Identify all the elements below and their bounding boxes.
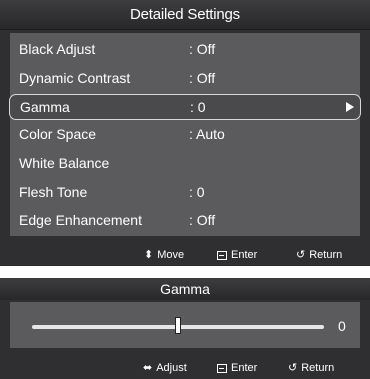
- enter-label: Enter: [231, 362, 258, 374]
- menu-item-value: : 0: [189, 184, 205, 200]
- enter-icon: [217, 250, 227, 260]
- gamma-title: Gamma: [0, 278, 370, 300]
- enter-hint: Enter: [217, 244, 257, 266]
- adjust-label: Adjust: [156, 362, 187, 374]
- menu-item-label: Black Adjust: [19, 41, 96, 57]
- up-down-arrows-icon: ⬍: [144, 249, 154, 261]
- menu-item-black-adjust[interactable]: Black Adjust : Off: [10, 35, 360, 64]
- menu-item-gamma[interactable]: Gamma : 0: [9, 94, 361, 120]
- menu-item-color-space[interactable]: Color Space : Auto: [10, 120, 360, 149]
- move-label: Move: [157, 249, 185, 261]
- detailed-settings-panel: Detailed Settings Black Adjust : Off Dyn…: [0, 0, 370, 266]
- menu-item-label: Dynamic Contrast: [19, 70, 131, 86]
- return-icon: ↺: [296, 249, 306, 261]
- gamma-slider-area: 0: [10, 302, 360, 348]
- chevron-right-icon: [346, 102, 354, 112]
- menu-item-label: White Balance: [19, 155, 110, 171]
- settings-list: Black Adjust : Off Dynamic Contrast : Of…: [9, 33, 361, 236]
- menu-item-edge-enhancement[interactable]: Edge Enhancement : Off: [10, 206, 360, 235]
- menu-item-value: : Auto: [189, 126, 225, 142]
- enter-label: Enter: [231, 249, 258, 261]
- return-label: Return: [309, 249, 343, 261]
- menu-item-value: : 0: [190, 99, 206, 115]
- menu-item-value: : Off: [189, 212, 216, 228]
- navigation-hints: ⬍ Move Enter ↺ Return: [0, 244, 370, 266]
- gamma-slider-value: 0: [338, 318, 346, 334]
- slider-navigation-hints: ⬌ Adjust Enter ↺ Return: [0, 357, 370, 379]
- move-hint: ⬍ Move: [144, 244, 184, 266]
- menu-item-label: Color Space: [19, 126, 97, 142]
- gamma-panel: Gamma 0 ⬌ Adjust Enter ↺ Return: [0, 278, 370, 379]
- menu-item-label: Edge Enhancement: [19, 212, 142, 228]
- menu-item-value: : Off: [189, 70, 216, 86]
- enter-icon: [217, 363, 227, 373]
- menu-item-flesh-tone[interactable]: Flesh Tone : 0: [10, 178, 360, 207]
- return-hint: ↺ Return: [296, 244, 342, 266]
- menu-item-value: : Off: [189, 41, 216, 57]
- menu-item-white-balance[interactable]: White Balance: [10, 149, 360, 178]
- menu-item-label: Flesh Tone: [19, 184, 88, 200]
- return-hint: ↺ Return: [288, 357, 334, 379]
- left-right-arrows-icon: ⬌: [143, 362, 153, 374]
- return-icon: ↺: [288, 362, 298, 374]
- menu-item-dynamic-contrast[interactable]: Dynamic Contrast : Off: [10, 64, 360, 93]
- return-label: Return: [301, 362, 335, 374]
- adjust-hint: ⬌ Adjust: [143, 357, 187, 379]
- gamma-slider-thumb[interactable]: [175, 317, 181, 334]
- detailed-settings-title: Detailed Settings: [0, 0, 370, 30]
- enter-hint: Enter: [217, 357, 257, 379]
- menu-item-label: Gamma: [20, 99, 70, 115]
